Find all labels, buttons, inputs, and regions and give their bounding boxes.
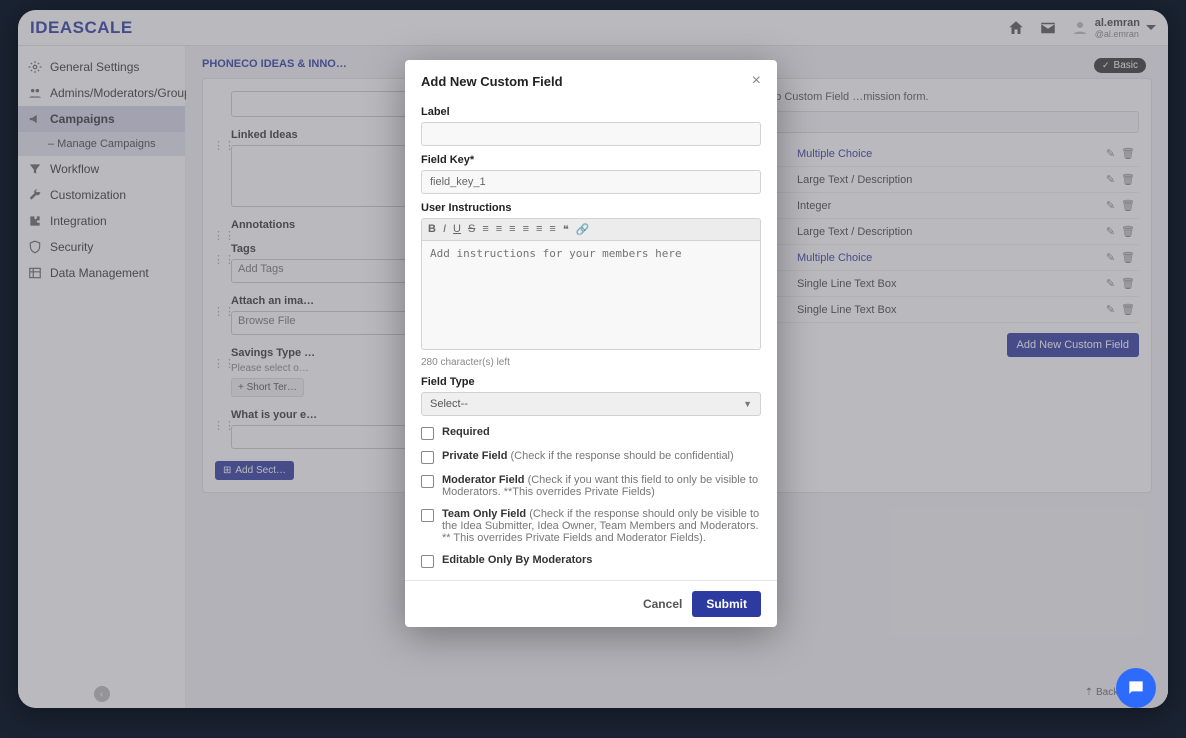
sidebar-item-label: Customization (50, 188, 126, 202)
table-icon (28, 266, 42, 280)
chevron-down-icon: ▼ (743, 399, 752, 409)
sidebar-item-general[interactable]: General Settings (18, 54, 185, 80)
bold-icon[interactable]: B (428, 223, 436, 236)
add-custom-field-button[interactable]: Add New Custom Field (1007, 333, 1140, 357)
sidebar-item-admins[interactable]: Admins/Moderators/Groups (18, 80, 185, 106)
sidebar-item-label: General Settings (50, 60, 139, 74)
sidebar-item-campaigns[interactable]: Campaigns (18, 106, 185, 132)
align-right-icon[interactable]: ≡ (536, 223, 542, 236)
rte-toolbar: B I U S ≡ ≡ ≡ ≡ ≡ ≡ ❝ 🔗 (421, 218, 761, 240)
delete-icon[interactable]: 🗑 (1121, 277, 1135, 290)
plan-badge: Basic (1094, 58, 1146, 73)
private-checkbox[interactable]: Private Field (Check if the response sho… (421, 450, 761, 464)
sidebar-sub-manage-campaigns[interactable]: – Manage Campaigns (18, 132, 185, 156)
user-menu[interactable]: al.emran @al.emran (1071, 17, 1156, 39)
add-custom-field-modal: Add New Custom Field × Label Field Key* … (405, 60, 777, 627)
edit-icon[interactable]: ✎ (1106, 251, 1115, 264)
sidebar-item-workflow[interactable]: Workflow (18, 156, 185, 182)
edit-icon[interactable]: ✎ (1106, 277, 1115, 290)
drag-handle-icon[interactable]: ⋮⋮ (213, 423, 235, 429)
delete-icon[interactable]: 🗑 (1121, 225, 1135, 238)
sidebar: General Settings Admins/Moderators/Group… (18, 46, 186, 708)
sidebar-item-security[interactable]: Security (18, 234, 185, 260)
delete-icon[interactable]: 🗑 (1121, 199, 1135, 212)
sidebar-item-label: Security (50, 240, 93, 254)
cancel-button[interactable]: Cancel (643, 591, 682, 617)
gear-icon (28, 60, 42, 74)
delete-icon[interactable]: 🗑 (1121, 251, 1135, 264)
shield-icon (28, 240, 42, 254)
funnel-icon (28, 162, 42, 176)
underline-icon[interactable]: U (453, 223, 461, 236)
people-icon (28, 86, 42, 100)
mail-icon[interactable] (1039, 19, 1057, 37)
delete-icon[interactable]: 🗑 (1121, 303, 1135, 316)
label-label: Label (421, 106, 761, 118)
sidebar-item-label: Integration (50, 214, 107, 228)
edit-icon[interactable]: ✎ (1106, 303, 1115, 316)
link-icon[interactable]: 🔗 (576, 223, 590, 236)
required-checkbox[interactable]: Required (421, 426, 761, 440)
sidebar-item-label: Data Management (50, 266, 149, 280)
user-name: al.emran (1095, 17, 1140, 29)
list-ul-icon[interactable]: ≡ (496, 223, 502, 236)
sidebar-collapse[interactable]: ‹ (94, 686, 110, 702)
instructions-input[interactable] (421, 240, 761, 350)
avatar-icon (1071, 19, 1089, 37)
editable-checkbox[interactable]: Editable Only By Moderators (421, 554, 761, 568)
align-left-icon[interactable]: ≡ (509, 223, 515, 236)
label-input[interactable] (421, 122, 761, 146)
puzzle-icon (28, 214, 42, 228)
megaphone-icon (28, 112, 42, 126)
edit-icon[interactable]: ✎ (1106, 225, 1115, 238)
sidebar-item-label: Campaigns (50, 112, 115, 126)
submit-button[interactable]: Submit (692, 591, 761, 617)
drag-handle-icon[interactable]: ⋮⋮ (213, 143, 235, 149)
drag-handle-icon[interactable]: ⋮⋮ (213, 309, 235, 315)
sidebar-item-data[interactable]: Data Management (18, 260, 185, 286)
drag-handle-icon[interactable]: ⋮⋮ (213, 233, 235, 239)
char-counter: 280 character(s) left (421, 357, 761, 368)
align-center-icon[interactable]: ≡ (523, 223, 529, 236)
edit-icon[interactable]: ✎ (1106, 199, 1115, 212)
list-ol-icon[interactable]: ≡ (482, 223, 488, 236)
chevron-down-icon (1146, 25, 1156, 30)
close-icon[interactable]: × (752, 72, 761, 90)
add-section-button[interactable]: ⊞ Add Sect… (215, 461, 294, 480)
delete-icon[interactable]: 🗑 (1121, 173, 1135, 186)
chat-launcher[interactable] (1116, 668, 1156, 708)
sidebar-item-label: Workflow (50, 162, 99, 176)
delete-icon[interactable]: 🗑 (1121, 147, 1135, 160)
fieldkey-label: Field Key* (421, 154, 761, 166)
drag-handle-icon[interactable]: ⋮⋮ (213, 257, 235, 263)
moderator-checkbox[interactable]: Moderator Field (Check if you want this … (421, 474, 761, 498)
italic-icon[interactable]: I (443, 223, 446, 236)
chat-icon (1126, 678, 1146, 698)
strike-icon[interactable]: S (468, 223, 475, 236)
wrench-icon (28, 188, 42, 202)
fieldtype-label: Field Type (421, 376, 761, 388)
quote-icon[interactable]: ❝ (563, 223, 569, 236)
sidebar-item-integration[interactable]: Integration (18, 208, 185, 234)
brand-logo: IDEASCALE (30, 18, 133, 38)
edit-icon[interactable]: ✎ (1106, 173, 1115, 186)
fieldtype-select[interactable]: Select-- ▼ (421, 392, 761, 416)
instructions-label: User Instructions (421, 202, 761, 214)
user-handle: @al.emran (1095, 29, 1140, 39)
align-justify-icon[interactable]: ≡ (549, 223, 555, 236)
edit-icon[interactable]: ✎ (1106, 147, 1115, 160)
teamonly-checkbox[interactable]: Team Only Field (Check if the response s… (421, 508, 761, 544)
home-icon[interactable] (1007, 19, 1025, 37)
short-term-chip[interactable]: + Short Ter… (231, 378, 304, 397)
top-bar: IDEASCALE al.emran @al.emran (18, 10, 1168, 46)
modal-title: Add New Custom Field (421, 74, 563, 89)
sidebar-item-label: Admins/Moderators/Groups (50, 86, 197, 100)
sidebar-item-customization[interactable]: Customization (18, 182, 185, 208)
fieldkey-input[interactable] (421, 170, 761, 194)
drag-handle-icon[interactable]: ⋮⋮ (213, 361, 235, 367)
